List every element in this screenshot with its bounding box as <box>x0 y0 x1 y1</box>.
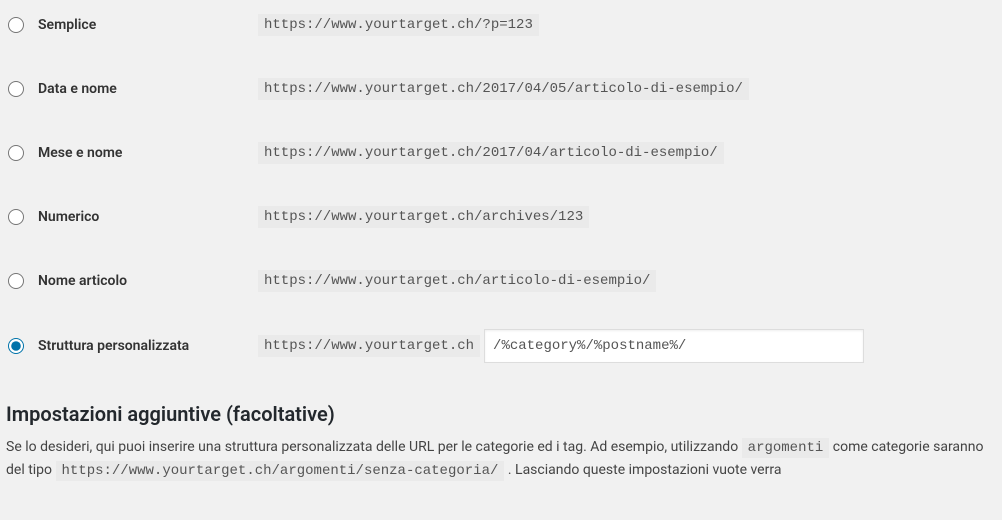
example-url: https://www.yourtarget.ch/2017/04/05/art… <box>258 78 749 100</box>
example-cell: https://www.yourtarget.ch/2017/04/05/art… <box>258 78 1002 100</box>
permalink-option-date-name: Data e nome https://www.yourtarget.ch/20… <box>0 64 1002 114</box>
option-label: Nome articolo <box>38 273 127 289</box>
option-label: Semplice <box>38 17 96 33</box>
example-cell: https://www.yourtarget.ch/articolo-di-es… <box>258 270 1002 292</box>
option-label: Numerico <box>38 209 99 225</box>
permalink-option-custom: Struttura personalizzata https://www.you… <box>0 320 1002 372</box>
example-cell: https://www.yourtarget.ch/2017/04/artico… <box>258 142 1002 164</box>
permalink-option-simple: Semplice https://www.yourtarget.ch/?p=12… <box>0 0 1002 50</box>
optional-settings-heading: Impostazioni aggiuntive (facoltative) <box>6 402 1002 426</box>
option-label: Mese e nome <box>38 145 122 161</box>
desc-text: . Lasciando queste impostazioni vuote ve… <box>508 462 782 478</box>
example-cell: https://www.yourtarget.ch/?p=123 <box>258 14 1002 36</box>
radio-postname[interactable] <box>8 273 24 289</box>
permalink-option-month-name: Mese e nome https://www.yourtarget.ch/20… <box>0 128 1002 178</box>
custom-cell: https://www.yourtarget.ch <box>258 329 1002 363</box>
permalink-option-month-name-label[interactable]: Mese e nome <box>8 145 258 161</box>
example-url: https://www.yourtarget.ch/articolo-di-es… <box>258 270 656 292</box>
radio-simple[interactable] <box>8 17 24 33</box>
permalink-structure-form: Semplice https://www.yourtarget.ch/?p=12… <box>0 0 1002 372</box>
optional-settings-description: Se lo desideri, qui puoi inserire una st… <box>6 436 1002 483</box>
radio-numeric[interactable] <box>8 209 24 225</box>
example-url: https://www.yourtarget.ch/2017/04/artico… <box>258 142 724 164</box>
example-url: https://www.yourtarget.ch/archives/123 <box>258 206 589 228</box>
permalink-option-numeric-label[interactable]: Numerico <box>8 209 258 225</box>
desc-text: Se lo desideri, qui puoi inserire una st… <box>6 439 742 455</box>
permalink-option-postname-label[interactable]: Nome articolo <box>8 273 258 289</box>
permalink-option-numeric: Numerico https://www.yourtarget.ch/archi… <box>0 192 1002 242</box>
desc-code-argomenti: argomenti <box>742 438 830 458</box>
permalink-option-postname: Nome articolo https://www.yourtarget.ch/… <box>0 256 1002 306</box>
permalink-option-custom-label[interactable]: Struttura personalizzata <box>8 338 258 354</box>
option-label: Struttura personalizzata <box>38 338 189 354</box>
example-cell: https://www.yourtarget.ch/archives/123 <box>258 206 1002 228</box>
example-url: https://www.yourtarget.ch/?p=123 <box>258 14 539 36</box>
custom-structure-input[interactable] <box>484 329 864 363</box>
permalink-option-date-name-label[interactable]: Data e nome <box>8 81 258 97</box>
desc-code-url: https://www.yourtarget.ch/argomenti/senz… <box>56 461 505 481</box>
site-url-prefix: https://www.yourtarget.ch <box>258 335 480 357</box>
option-label: Data e nome <box>38 81 117 97</box>
permalink-option-simple-label[interactable]: Semplice <box>8 17 258 33</box>
radio-custom[interactable] <box>8 338 24 354</box>
radio-month-name[interactable] <box>8 145 24 161</box>
radio-date-name[interactable] <box>8 81 24 97</box>
